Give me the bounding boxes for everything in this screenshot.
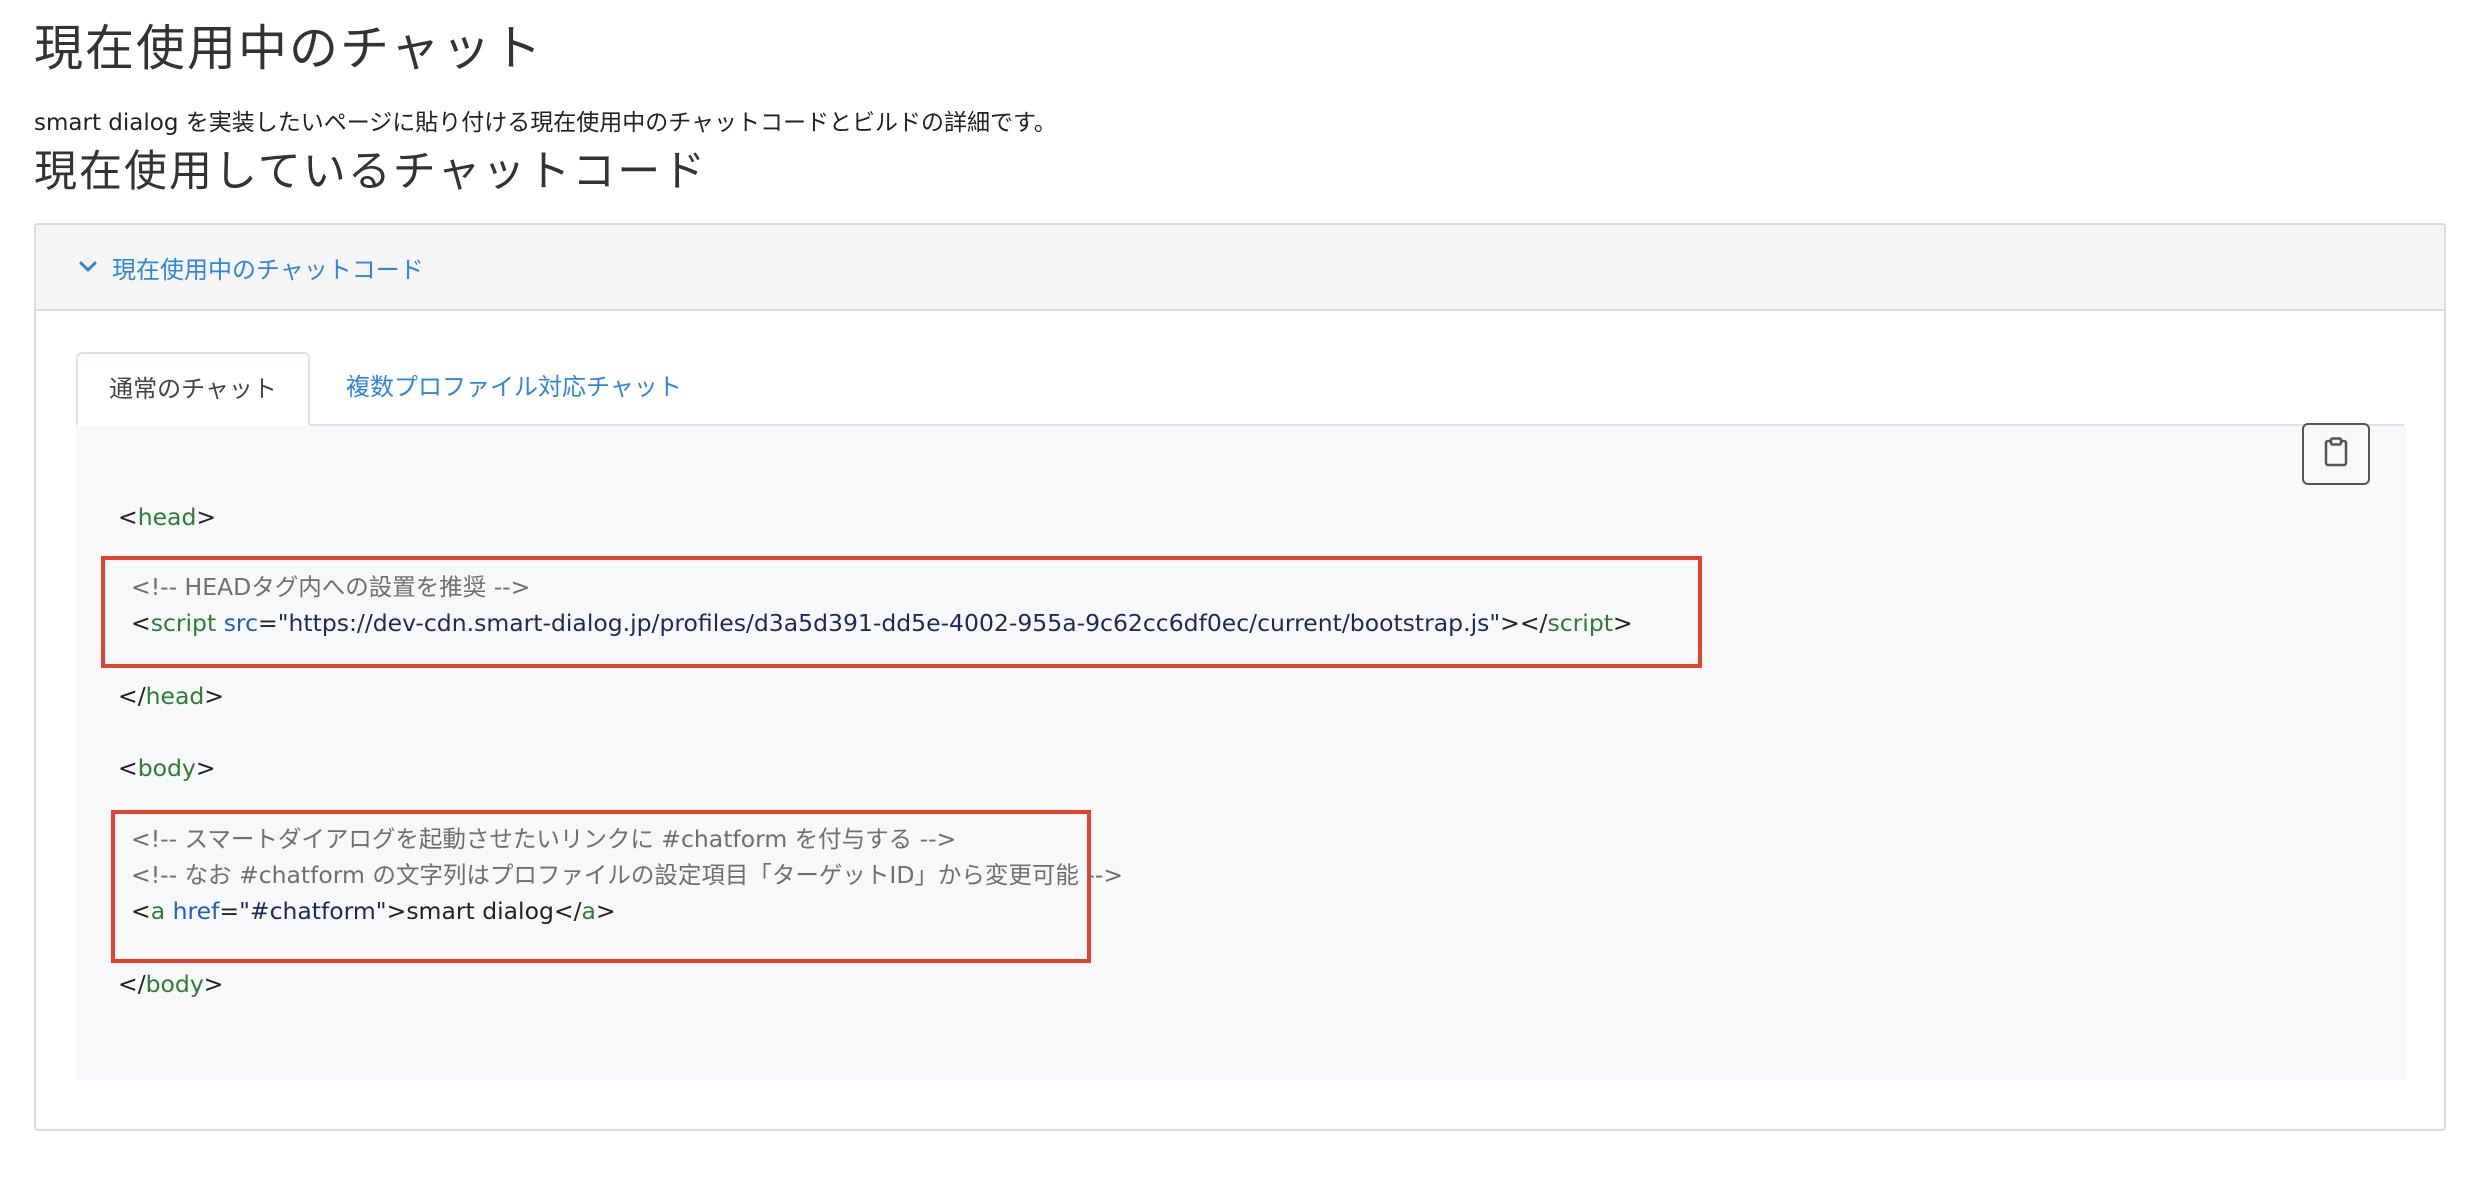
code-comment-head: <!-- HEADタグ内への設置を推奨 --> (131, 573, 531, 601)
code-line-body-open: <body> (118, 754, 216, 782)
tab-multi-profile-chat[interactable]: 複数プロファイル対応チャット (346, 352, 682, 426)
tag-name: body (137, 754, 196, 782)
tag-name: head (145, 682, 205, 710)
link-href-value: "#chatform" (239, 897, 387, 925)
code-block: <head> <!-- HEADタグ内への設置を推奨 --> <script s… (76, 426, 2406, 1080)
copy-code-button[interactable] (2302, 423, 2370, 485)
code-line-script: <script src="https://dev-cdn.smart-dialo… (131, 609, 1633, 637)
code-line-body-close: </body> (118, 970, 224, 998)
panel-header-label: 現在使用中のチャットコード (112, 255, 424, 284)
panel-header-toggle[interactable]: 現在使用中のチャットコード (36, 225, 2444, 311)
tag-name: script (150, 609, 217, 637)
code-line-head-open: <head> (118, 503, 217, 531)
page-title: 現在使用中のチャット (34, 20, 544, 77)
tag-name: a (581, 897, 596, 925)
chat-code-panel: 現在使用中のチャットコード 通常のチャット 複数プロファイル対応チャット <he… (34, 223, 2446, 1131)
attr-name: src (223, 609, 258, 637)
link-text: smart dialog (406, 897, 554, 925)
tag-name: body (145, 970, 204, 998)
tag-name: script (1547, 609, 1613, 637)
tag-name: head (137, 503, 197, 531)
script-src-value: "https://dev-cdn.smart-dialog.jp/profile… (277, 609, 1501, 637)
clipboard-icon (2323, 437, 2349, 471)
code-line-head-close: </head> (118, 682, 224, 710)
chevron-down-icon (76, 255, 100, 279)
page-description: smart dialog を実装したいページに貼り付ける現在使用中のチャットコー… (34, 110, 1057, 136)
code-comment-body-1: <!-- スマートダイアログを起動させたいリンクに #chatform を付与す… (131, 825, 957, 853)
attr-name: href (172, 897, 220, 925)
section-title: 現在使用しているチャットコード (34, 147, 708, 197)
tab-normal-chat[interactable]: 通常のチャット (76, 352, 310, 426)
code-comment-body-2: <!-- なお #chatform の文字列はプロファイルの設定項目「ターゲット… (131, 861, 1124, 889)
code-line-link: <a href="#chatform">smart dialog</a> (131, 897, 616, 925)
tag-name: a (150, 897, 166, 925)
tab-bar: 通常のチャット 複数プロファイル対応チャット (76, 352, 2404, 426)
